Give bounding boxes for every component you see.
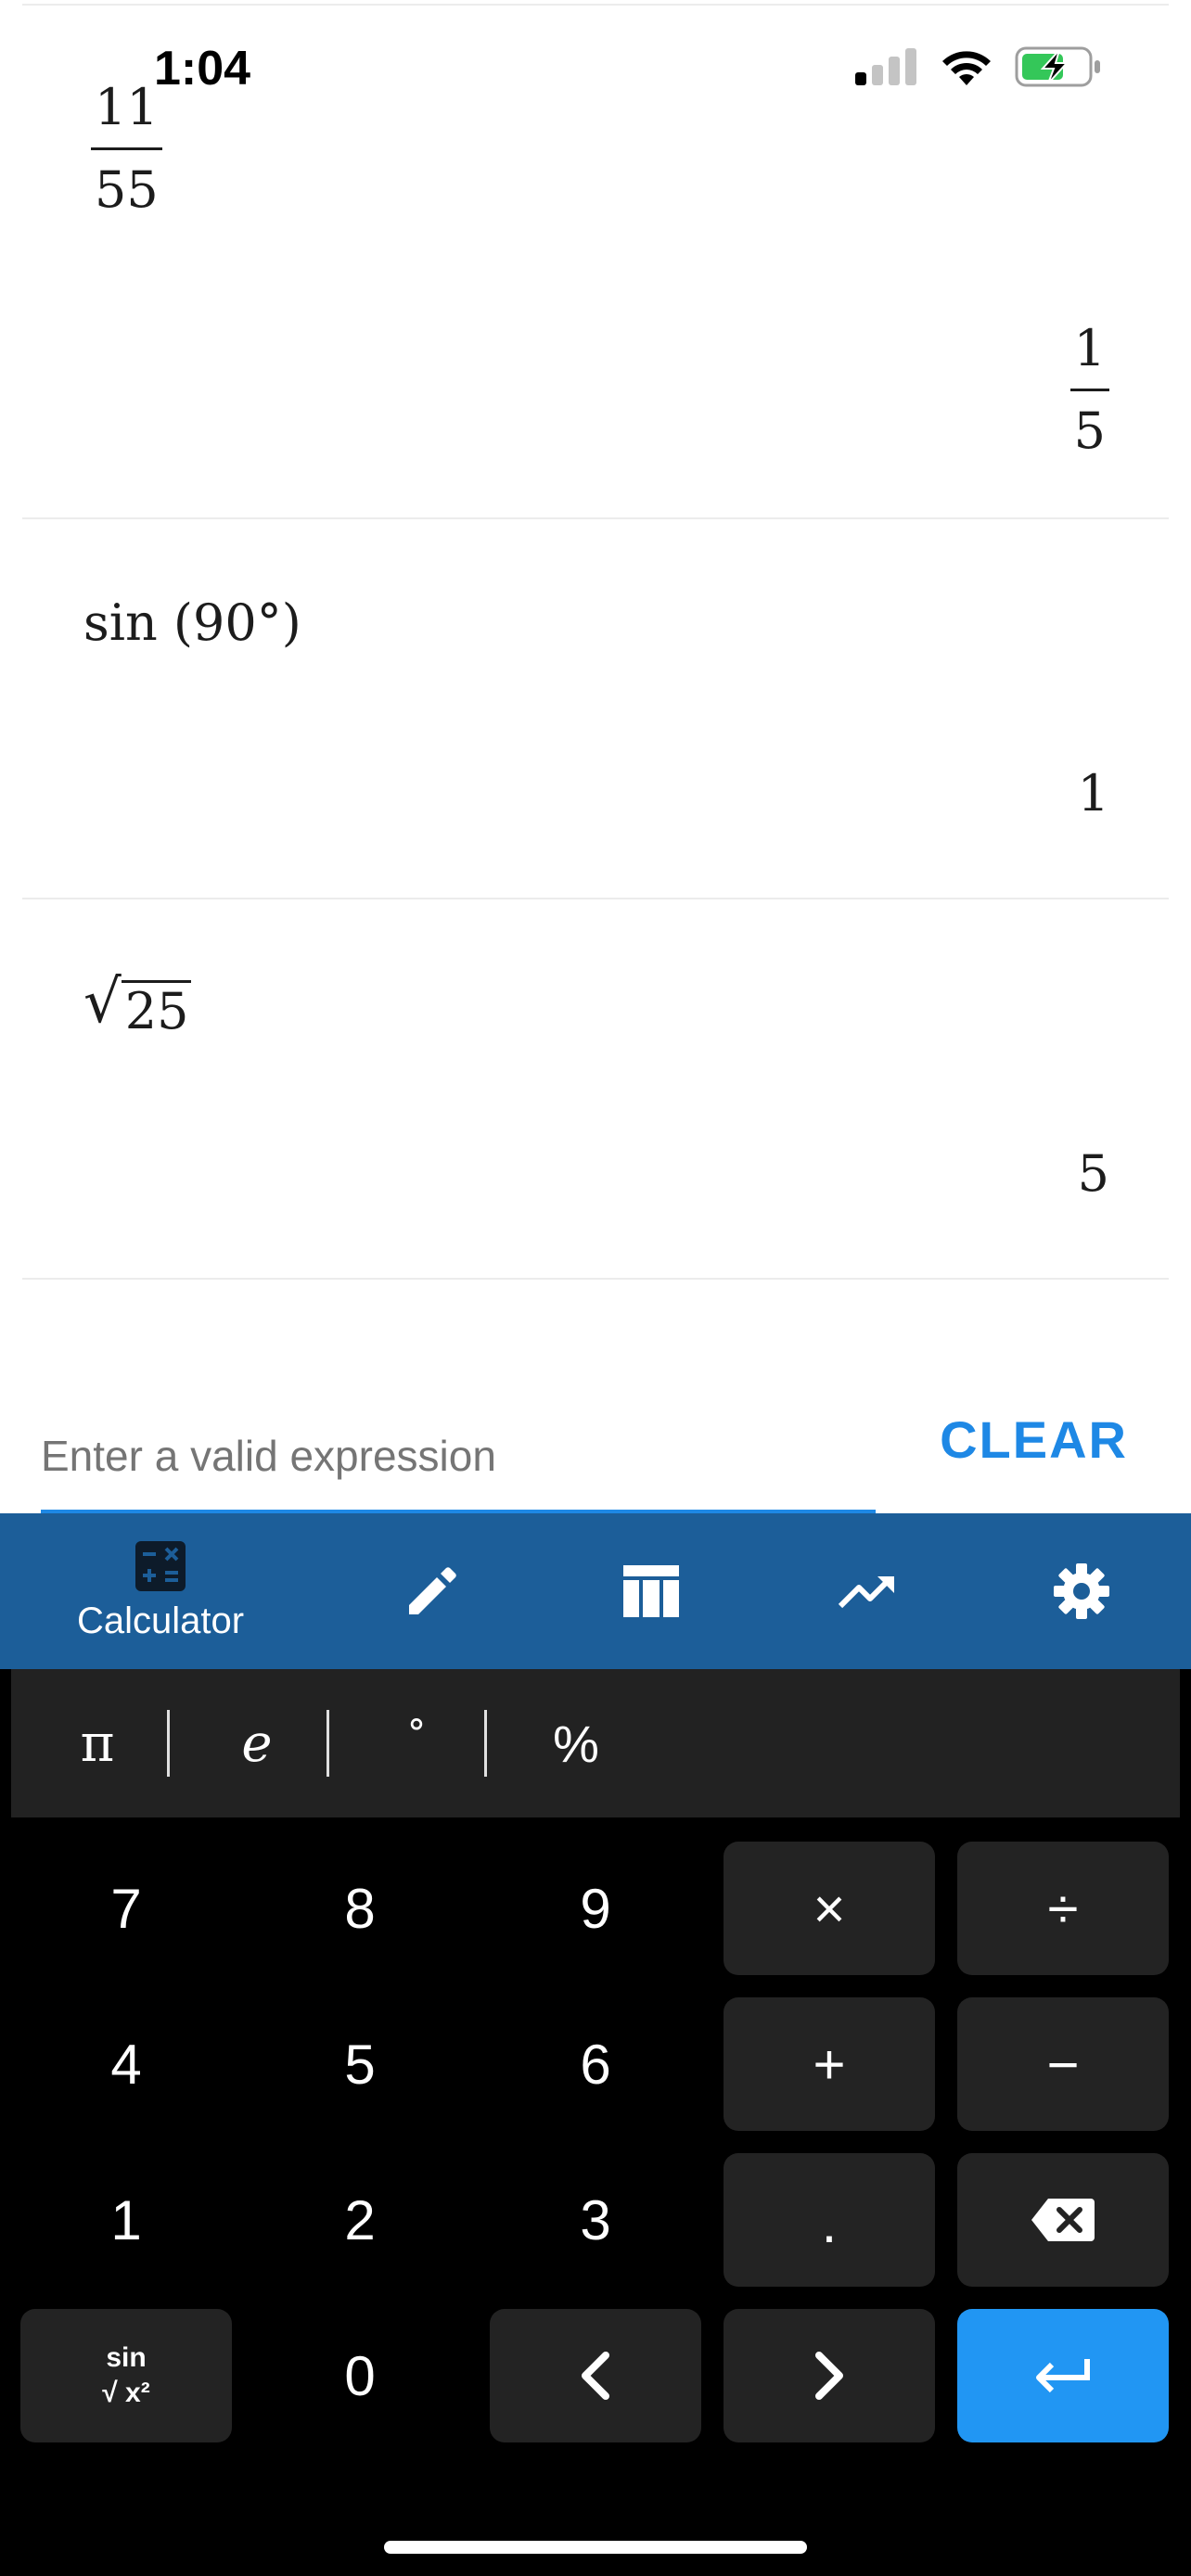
bottom-nav: Calculator [0,1513,1191,1669]
key-9[interactable]: 9 [490,1842,701,1975]
trend-chart-icon [838,1576,894,1609]
history-entry[interactable]: sin (90°) 1 [22,519,1169,899]
enter-icon [1036,2359,1090,2393]
key-enter[interactable] [957,2309,1169,2442]
key-8[interactable]: 8 [254,1842,466,1975]
nav-item-table[interactable] [532,1513,770,1669]
key-decimal[interactable]: . [724,2153,935,2287]
expression-input[interactable] [41,1419,876,1493]
key-plus[interactable]: + [724,1997,935,2131]
constants-separator [327,1710,329,1777]
nav-item-edit[interactable] [314,1513,551,1669]
key-multiply[interactable]: × [724,1842,935,1975]
constants-bar: π e ° % [11,1669,1180,1817]
fraction: 11 55 [91,83,162,215]
key-1[interactable]: 1 [20,2153,232,2287]
key-percent[interactable]: % [497,1669,655,1817]
key-cursor-right[interactable] [724,2309,935,2442]
key-degree[interactable]: ° [338,1669,495,1817]
history-entry[interactable]: 11 55 1 5 [22,4,1169,519]
pencil-icon [409,1567,456,1614]
radicand: 25 [121,980,191,1037]
backspace-icon [1031,2199,1095,2241]
clear-button[interactable]: CLEAR [940,1402,1128,1476]
constants-separator [167,1710,170,1777]
history-result: 5 [1077,1144,1109,1203]
square-root: √ 25 [83,968,191,1037]
numerator: 11 [95,78,159,136]
history-expression: √ 25 [83,968,191,1037]
history-result: 1 5 [1069,319,1109,460]
expression-input-container[interactable] [41,1391,876,1513]
chevron-left-icon [582,2352,609,2400]
denominator: 5 [1073,402,1106,460]
nav-item-settings[interactable] [963,1513,1191,1669]
key-pi[interactable]: π [19,1669,176,1817]
key-functions[interactable]: sin √ x² [20,2309,232,2442]
key-backspace[interactable] [957,2153,1169,2287]
radical-sign: √ [83,968,122,1037]
nav-label-calculator: Calculator [76,1600,245,1641]
numerator: 1 [1073,319,1106,377]
fraction: 1 5 [1069,319,1109,460]
history-result: 1 [1077,764,1109,823]
constants-separator [484,1710,487,1777]
history-entry[interactable]: √ 25 5 [22,899,1169,1280]
key-e[interactable]: e [178,1669,336,1817]
key-7[interactable]: 7 [20,1842,232,1975]
calculator-icon [135,1540,186,1591]
table-icon [623,1565,679,1617]
key-0[interactable]: 0 [254,2309,466,2442]
denominator: 55 [95,160,159,219]
key-divide[interactable]: ÷ [957,1842,1169,1975]
keyboard: π e ° % 7 8 9 × ÷ 4 5 6 + − 1 2 3 . sin … [0,1669,1191,2576]
key-5[interactable]: 5 [254,1997,466,2131]
key-minus[interactable]: − [957,1997,1169,2131]
chevron-right-icon [815,2352,843,2400]
gear-icon [1054,1563,1109,1619]
key-cursor-left[interactable] [490,2309,701,2442]
history-expression: 11 55 [91,78,162,215]
nav-item-graph[interactable] [748,1513,985,1669]
history-expression: sin (90°) [83,593,301,652]
home-indicator[interactable] [384,2541,807,2554]
key-4[interactable]: 4 [20,1997,232,2131]
nav-item-calculator[interactable]: Calculator [42,1513,279,1669]
key-3[interactable]: 3 [490,2153,701,2287]
key-6[interactable]: 6 [490,1997,701,2131]
func-key-bottom-label: √ x² [102,2378,150,2408]
func-key-top-label: sin [106,2342,147,2373]
key-2[interactable]: 2 [254,2153,466,2287]
